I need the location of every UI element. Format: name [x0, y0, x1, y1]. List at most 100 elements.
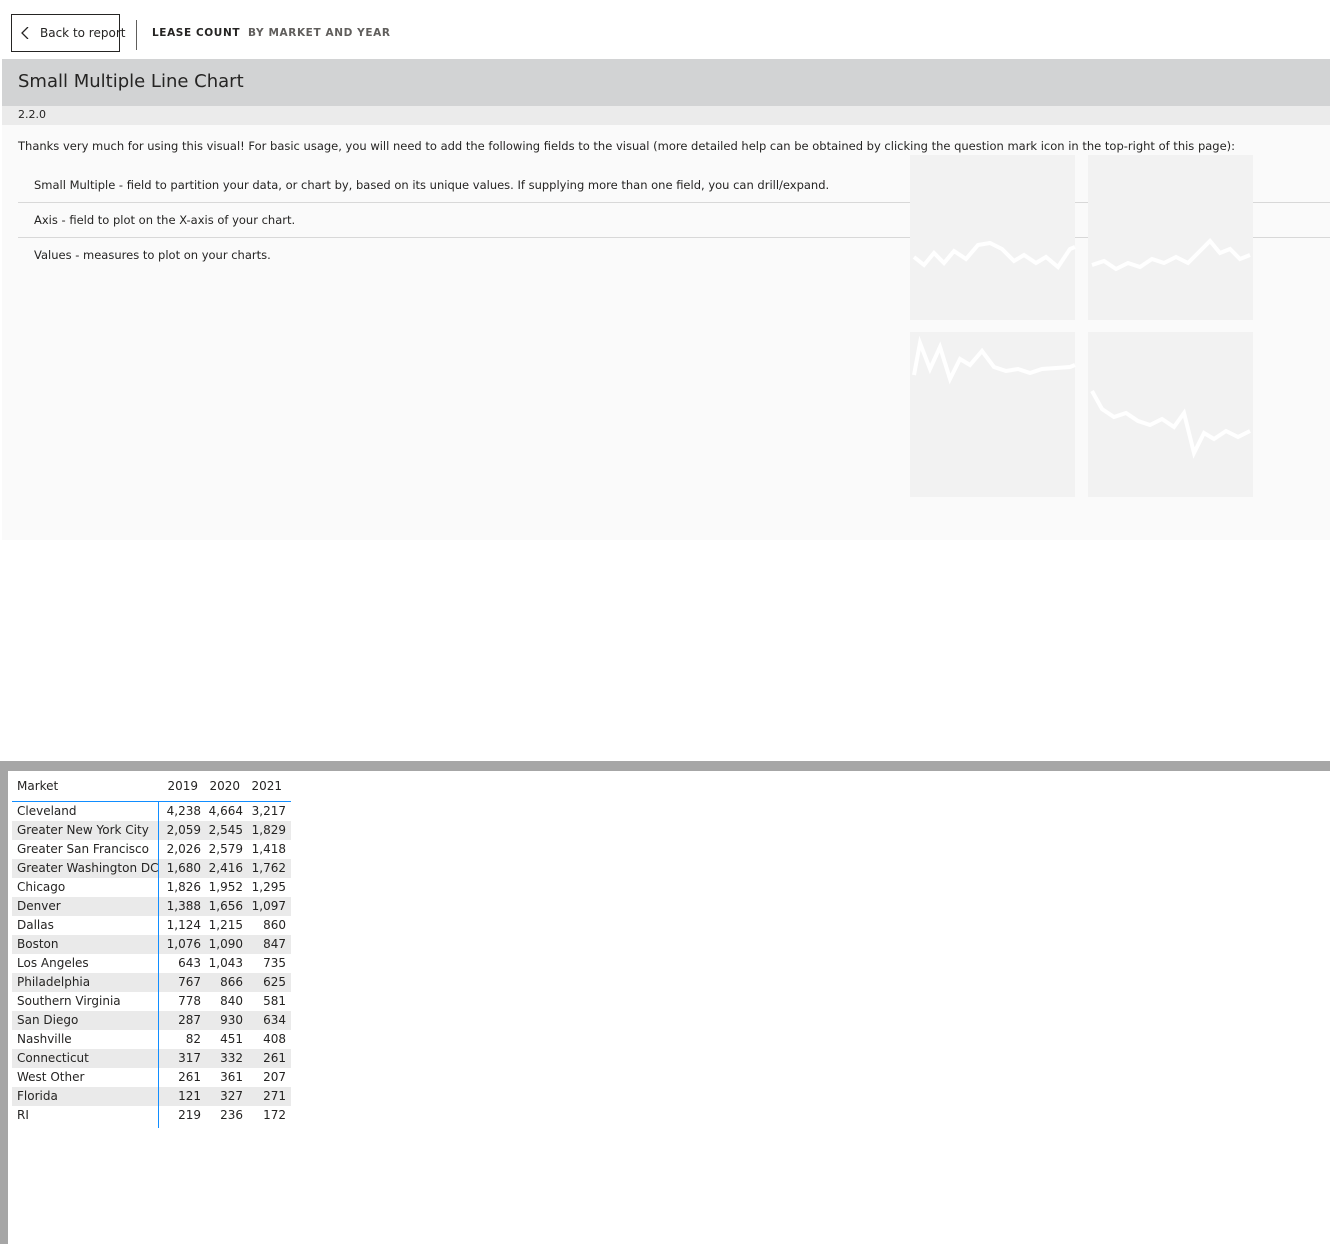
field-item-text: Values - measures to plot on your charts…	[34, 248, 271, 262]
table-row[interactable]: Connecticut 317 332 261	[12, 1049, 291, 1068]
table-row[interactable]: RI 219 236 172	[12, 1106, 291, 1125]
cell-2020: 332	[220, 1051, 243, 1065]
cell-market: Greater Washington DC	[17, 861, 159, 875]
cell-2020: 930	[220, 1013, 243, 1027]
cell-2020: 451	[220, 1032, 243, 1046]
cell-2020: 1,043	[208, 956, 243, 970]
cell-2020: 4,664	[208, 804, 243, 818]
cell-2021: 847	[263, 937, 286, 951]
cell-market: Boston	[17, 937, 59, 951]
table-row[interactable]: Cleveland 4,238 4,664 3,217	[12, 802, 291, 821]
visual-title: Small Multiple Line Chart	[18, 71, 244, 92]
table-header-row: Market 2019 2020 2021	[12, 778, 291, 802]
table-row[interactable]: San Diego 287 930 634	[12, 1011, 291, 1030]
table-row[interactable]: Greater Washington DC 1,680 2,416 1,762	[12, 859, 291, 878]
cell-market: West Other	[17, 1070, 85, 1084]
cell-2020: 866	[220, 975, 243, 989]
cell-2021: 172	[263, 1108, 286, 1122]
cell-2019: 261	[178, 1070, 201, 1084]
table-row[interactable]: Philadelphia 767 866 625	[12, 973, 291, 992]
table-row[interactable]: Dallas 1,124 1,215 860	[12, 916, 291, 935]
cell-2019: 317	[178, 1051, 201, 1065]
cell-2019: 1,076	[166, 937, 201, 951]
cell-2019: 2,026	[166, 842, 201, 856]
cell-2019: 121	[178, 1089, 201, 1103]
table-row[interactable]: Greater San Francisco 2,026 2,579 1,418	[12, 840, 291, 859]
cell-2021: 271	[263, 1089, 286, 1103]
table-row[interactable]: Florida 121 327 271	[12, 1087, 291, 1106]
cell-2021: 261	[263, 1051, 286, 1065]
title-band: Small Multiple Line Chart	[2, 59, 1330, 106]
column-header-2020[interactable]: 2020	[209, 779, 240, 793]
cell-market: Cleveland	[17, 804, 77, 818]
table-row[interactable]: West Other 261 361 207	[12, 1068, 291, 1087]
cell-2019: 643	[178, 956, 201, 970]
cell-2021: 1,829	[251, 823, 286, 837]
placeholder-lines-graphic	[912, 238, 1251, 459]
cell-2021: 1,418	[251, 842, 286, 856]
cell-2020: 1,952	[208, 880, 243, 894]
small-multiple-placeholder-graphic	[910, 155, 1254, 497]
cell-market: Chicago	[17, 880, 66, 894]
cell-2021: 625	[263, 975, 286, 989]
cell-market: RI	[17, 1108, 29, 1122]
cell-2021: 581	[263, 994, 286, 1008]
cell-2019: 1,680	[166, 861, 201, 875]
version-label: 2.2.0	[18, 108, 46, 121]
cell-2020: 236	[220, 1108, 243, 1122]
field-item-text: Small Multiple - field to partition your…	[34, 178, 830, 192]
nav-divider	[136, 20, 137, 50]
cell-market: Greater New York City	[17, 823, 149, 837]
cell-2021: 1,097	[251, 899, 286, 913]
cell-market: Los Angeles	[17, 956, 89, 970]
table-body: Cleveland 4,238 4,664 3,217 Greater New York…	[12, 802, 291, 1125]
cell-market: Connecticut	[17, 1051, 89, 1065]
cell-market: Florida	[17, 1089, 58, 1103]
cell-2020: 2,545	[208, 823, 243, 837]
cell-2020: 1,090	[208, 937, 243, 951]
cell-2020: 361	[220, 1070, 243, 1084]
cell-2021: 860	[263, 918, 286, 932]
cell-2019: 767	[178, 975, 201, 989]
table-visual-frame: Market 2019 2020 2021 Cleveland 4,238 4,66…	[0, 761, 1330, 1244]
column-header-market[interactable]: Market	[17, 779, 58, 793]
cell-market: Southern Virginia	[17, 994, 121, 1008]
cell-2019: 1,826	[166, 880, 201, 894]
cell-market: San Diego	[17, 1013, 79, 1027]
cell-2021: 735	[263, 956, 286, 970]
column-divider-line	[158, 802, 159, 1128]
intro-text: Thanks very much for using this visual! …	[18, 139, 1236, 153]
cell-2020: 2,579	[208, 842, 243, 856]
cell-2019: 1,124	[166, 918, 201, 932]
field-item-text: Axis - field to plot on the X-axis of yo…	[34, 213, 296, 227]
cell-2021: 3,217	[251, 804, 286, 818]
back-to-report-label: Back to report	[40, 26, 126, 40]
visual-landing-page: Small Multiple Line Chart 2.2.0 Thanks v…	[2, 59, 1330, 540]
cell-2020: 1,215	[208, 918, 243, 932]
cell-market: Dallas	[17, 918, 54, 932]
table-visual: Market 2019 2020 2021 Cleveland 4,238 4,66…	[8, 771, 1330, 1244]
back-to-report-button[interactable]: Back to report	[11, 14, 125, 52]
cell-market: Denver	[17, 899, 61, 913]
cell-2020: 2,416	[208, 861, 243, 875]
cell-market: Greater San Francisco	[17, 842, 149, 856]
cell-2019: 219	[178, 1108, 201, 1122]
table-row[interactable]: Greater New York City 2,059 2,545 1,829	[12, 821, 291, 840]
table-row[interactable]: Southern Virginia 778 840 581	[12, 992, 291, 1011]
cell-2020: 1,656	[208, 899, 243, 913]
top-nav: Back to report LEASE COUNT BY MARKET AND…	[0, 0, 1330, 59]
table-row[interactable]: Denver 1,388 1,656 1,097	[12, 897, 291, 916]
chevron-left-icon	[21, 27, 29, 39]
cell-2019: 1,388	[166, 899, 201, 913]
column-header-2019[interactable]: 2019	[167, 779, 198, 793]
table-row[interactable]: Chicago 1,826 1,952 1,295	[12, 878, 291, 897]
table-row[interactable]: Nashville 82 451 408	[12, 1030, 291, 1049]
page-subtitle-by-market-year: BY MARKET AND YEAR	[248, 27, 391, 39]
cell-market: Nashville	[17, 1032, 72, 1046]
cell-2019: 4,238	[166, 804, 201, 818]
cell-2020: 327	[220, 1089, 243, 1103]
table-row[interactable]: Boston 1,076 1,090 847	[12, 935, 291, 954]
table-row[interactable]: Los Angeles 643 1,043 735	[12, 954, 291, 973]
column-header-2021[interactable]: 2021	[251, 779, 282, 793]
cell-2019: 287	[178, 1013, 201, 1027]
